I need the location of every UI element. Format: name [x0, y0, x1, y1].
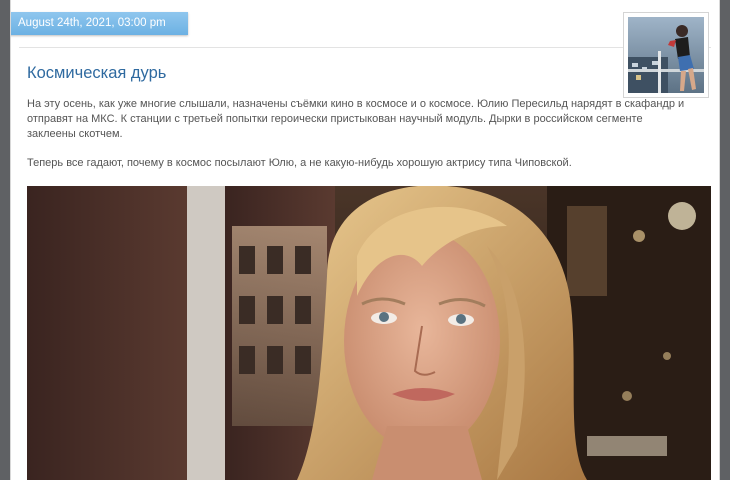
portrait-image: [27, 186, 711, 480]
post-paragraph-1: На эту осень, как уже многие слышали, на…: [27, 98, 685, 140]
author-avatar[interactable]: [623, 12, 709, 98]
post-paragraph-2: Теперь все гадают, почему в космос посыл…: [27, 157, 572, 169]
post-title[interactable]: Космическая дурь: [27, 64, 166, 83]
header-divider: [19, 47, 711, 48]
blog-post-card: August 24th, 2021, 03:00 pm Космическая …: [10, 0, 720, 480]
post-date-ribbon: August 24th, 2021, 03:00 pm: [11, 12, 188, 35]
post-photo[interactable]: [27, 186, 711, 480]
page-background: August 24th, 2021, 03:00 pm Космическая …: [0, 0, 730, 480]
avatar-image: [628, 17, 704, 93]
